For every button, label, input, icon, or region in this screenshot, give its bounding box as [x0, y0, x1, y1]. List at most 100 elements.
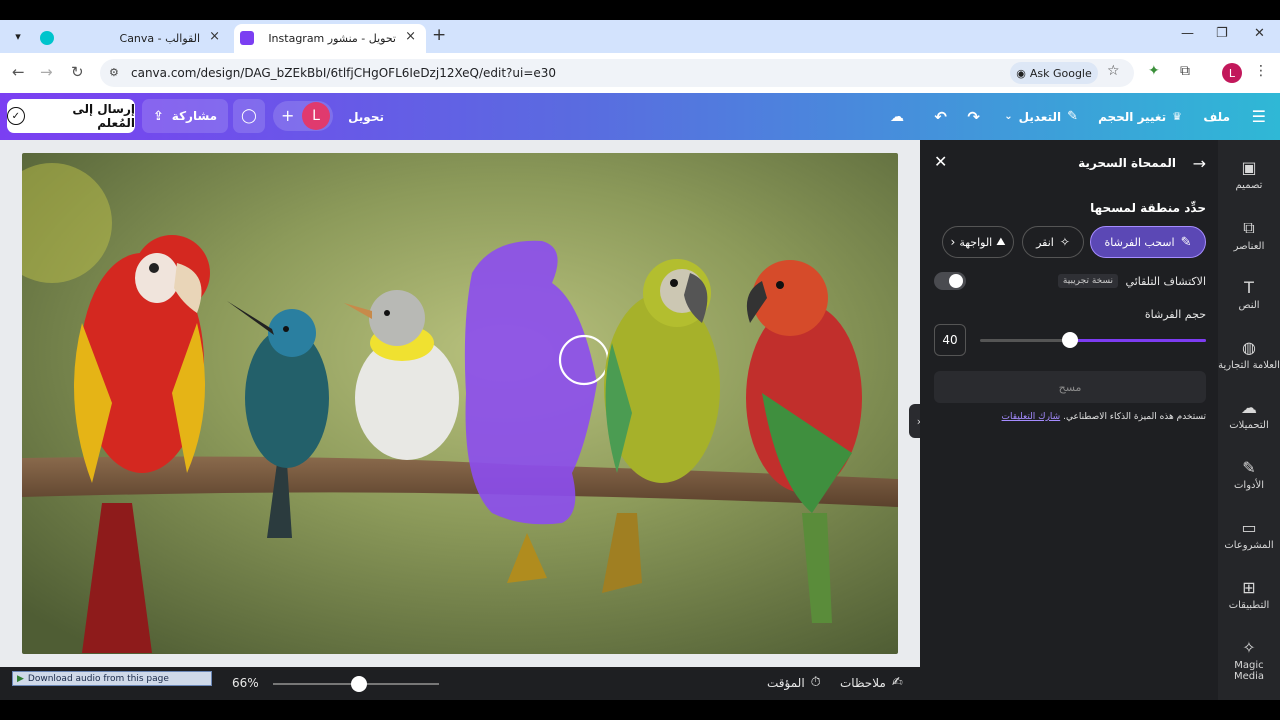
elements-icon: ⧉	[1243, 218, 1255, 237]
toggle-knob	[949, 274, 963, 288]
panel-subtitle: حدِّد منطقة لمسحها	[1090, 201, 1206, 215]
redo-icon[interactable]: ↷	[967, 93, 980, 140]
design-canvas[interactable]	[22, 153, 898, 654]
notes-icon: ✍	[891, 675, 903, 690]
back-icon[interactable]: ←	[12, 63, 25, 81]
rail-item[interactable]: ✎ الأدوات	[1218, 458, 1280, 491]
file-menu[interactable]: ملف	[1203, 93, 1230, 140]
edit-mode-dropdown[interactable]: ✎ التعديل ⌄	[1004, 93, 1078, 140]
forward-icon[interactable]: →	[40, 63, 53, 81]
rail-item[interactable]: ⊞ التطبيقات	[1218, 578, 1280, 611]
extensions-puzzle-icon[interactable]: ⧉	[1180, 63, 1190, 79]
tools-icon: ✎	[1242, 458, 1256, 477]
bookmark-star-icon[interactable]: ☆	[1107, 63, 1120, 79]
comment-icon[interactable]: ◯	[233, 99, 265, 133]
close-icon[interactable]: ✕	[934, 152, 947, 171]
send-label: إرسال إلى المُعلم	[72, 102, 135, 130]
rail-item[interactable]: ☁ التحميلات	[1218, 398, 1280, 431]
rail-item[interactable]: ⧉ العناصر	[1218, 218, 1280, 252]
erase-button[interactable]: مسح	[934, 371, 1206, 403]
restore-icon[interactable]: ❐	[1216, 26, 1228, 41]
close-window-icon[interactable]: ✕	[1254, 26, 1265, 41]
address-bar[interactable]: ⚙ canva.com/design/DAG_bZEkBbI/6tlfjCHgO…	[100, 59, 1134, 87]
brush-size-input[interactable]: 40	[934, 324, 966, 356]
panel-title: الممحاة السحرية	[1078, 156, 1176, 170]
chevron-down-icon: ⌄	[1004, 111, 1013, 122]
brush-size-slider[interactable]	[980, 332, 1206, 348]
feedback-link[interactable]: شارك التعليقات	[1002, 412, 1061, 422]
tab-design[interactable]: تحويل - منشور Instagram ×	[234, 24, 426, 53]
close-tab-icon[interactable]: ×	[405, 29, 416, 44]
hamburger-menu-icon[interactable]: ☰	[1252, 93, 1266, 140]
zoom-level[interactable]: 66%	[232, 676, 259, 690]
collaborators[interactable]: + L	[273, 101, 333, 131]
rail-item[interactable]: ▭ المشروعات	[1218, 518, 1280, 551]
browser-profile-avatar[interactable]: L	[1222, 63, 1242, 83]
canva-favicon-icon	[40, 31, 54, 45]
cloud-saved-icon[interactable]: ☁	[890, 93, 904, 140]
tab-search-icon[interactable]: ▾	[8, 26, 28, 46]
undo-icon[interactable]: ↶	[934, 93, 947, 140]
browser-menu-icon[interactable]: ⋮	[1254, 63, 1268, 79]
folder-icon: ▭	[1241, 518, 1257, 537]
autodetect-toggle[interactable]	[934, 272, 966, 290]
rail-item-label: الأدوات	[1234, 480, 1264, 491]
magic-eraser-panel: → الممحاة السحرية ✕ حدِّد منطقة لمسحها ✎…	[920, 140, 1218, 700]
zoom-slider[interactable]	[273, 676, 439, 692]
zoom-slider-thumb[interactable]	[351, 676, 368, 692]
add-collaborator-icon[interactable]: +	[281, 106, 294, 125]
mode-click-button[interactable]: ✧ انقر	[1022, 226, 1084, 258]
rail-item[interactable]: ▣ تصميم	[1218, 158, 1280, 191]
extension-icon[interactable]: ✦	[1148, 63, 1160, 79]
rail-item-label: التطبيقات	[1228, 600, 1270, 611]
mode-click-label: انقر	[1036, 235, 1054, 249]
notes-label: ملاحظات	[840, 675, 886, 690]
upload-icon: ☁	[1241, 398, 1257, 417]
download-audio-label: Download audio from this page	[27, 673, 169, 684]
apps-icon: ⊞	[1242, 578, 1256, 597]
magic-media-icon: ✧	[1242, 638, 1256, 657]
download-audio-bar[interactable]: ▶ Download audio from this page	[12, 671, 212, 686]
chevron-left-icon[interactable]: ‹	[951, 235, 956, 249]
timer-label: المؤقت	[767, 675, 805, 690]
notes-button[interactable]: ✍ ملاحظات	[840, 675, 903, 690]
rail-item[interactable]: ✧ Magic Media	[1218, 638, 1280, 682]
resize-button[interactable]: ♛ تغيير الحجم	[1098, 93, 1182, 140]
rail-item-label: Magic Media	[1233, 660, 1265, 682]
brush-size-thumb[interactable]	[1062, 332, 1079, 348]
crown-icon: ♛	[1172, 110, 1182, 123]
minimize-icon[interactable]: —	[1181, 26, 1194, 41]
letterbox-bottom	[0, 700, 1280, 720]
send-to-teacher-button[interactable]: إرسال إلى المُعلم ✓	[7, 99, 135, 133]
ask-google-button[interactable]: ◉ Ask Google	[1010, 62, 1098, 84]
back-arrow-icon[interactable]: →	[1193, 154, 1206, 173]
mode-brush-label: اسحب الفرشاة	[1104, 235, 1175, 249]
rail-item-label: تصميم	[1235, 180, 1263, 191]
magic-click-icon: ✧	[1059, 235, 1070, 249]
autodetect-label: الاكتشاف التلقائي	[1125, 275, 1206, 288]
rail-item[interactable]: T النص	[1218, 278, 1280, 311]
timer-button[interactable]: ⏱ المؤقت	[767, 675, 821, 690]
landscape-icon: ⛰	[996, 235, 1006, 248]
brush-size-label: حجم الفرشاة	[1144, 308, 1206, 321]
rail-item[interactable]: ◍ العلامة التجارية	[1218, 338, 1280, 371]
mode-interface-button[interactable]: ⛰ الواجهة ‹	[942, 226, 1014, 258]
layout-icon: ▣	[1241, 158, 1257, 177]
avatar[interactable]: L	[302, 102, 330, 130]
tab-templates[interactable]: القوالب - Canva ×	[34, 24, 230, 53]
close-tab-icon[interactable]: ×	[209, 29, 220, 44]
pencil-icon: ✎	[1067, 109, 1078, 124]
canva-favicon-icon	[240, 31, 254, 45]
ai-notice: تستخدم هذه الميزة الذكاء الاصطناعي. شارك…	[934, 412, 1206, 422]
site-info-icon[interactable]: ⚙	[109, 66, 119, 79]
new-tab-icon[interactable]: +	[432, 25, 446, 45]
play-icon: ▶	[17, 673, 24, 684]
mode-brush-button[interactable]: ✎ اسحب الفرشاة	[1090, 226, 1206, 258]
rail-item-label: النص	[1238, 300, 1260, 311]
brand-icon: ◍	[1242, 338, 1256, 357]
document-title[interactable]: تحويل	[348, 93, 384, 140]
reload-icon[interactable]: ↻	[71, 63, 84, 81]
share-button[interactable]: مشاركة ⇪	[142, 99, 228, 133]
mode-interface-label: الواجهة	[959, 235, 993, 249]
tab-title: تحويل - منشور Instagram	[268, 32, 396, 45]
